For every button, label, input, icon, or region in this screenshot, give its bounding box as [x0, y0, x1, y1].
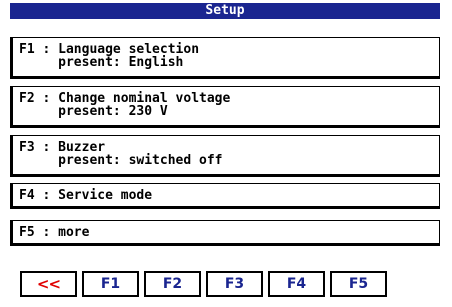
menu-item-sep: :: [34, 225, 59, 240]
menu-item-key: F5: [19, 225, 35, 240]
menu-item-more[interactable]: F5 : more: [10, 220, 440, 246]
menu-item-label: Service mode: [58, 188, 153, 203]
f1-button[interactable]: F1: [82, 271, 139, 297]
menu-item-language[interactable]: F1 : Language selection present: English: [10, 37, 440, 79]
menu-item-value: present: English: [58, 55, 184, 70]
f2-button[interactable]: F2: [144, 271, 201, 297]
menu-item-service-mode[interactable]: F4 : Service mode: [10, 183, 440, 209]
menu-item-voltage[interactable]: F2 : Change nominal voltage present: 230…: [10, 86, 440, 128]
f5-button[interactable]: F5: [330, 271, 387, 297]
title-bar: Setup: [10, 3, 440, 19]
menu-item-value: present: switched off: [58, 153, 223, 168]
menu-item-label: more: [58, 225, 90, 240]
function-key-bar: << F1 F2 F3 F4 F5: [20, 271, 392, 297]
f4-button[interactable]: F4: [268, 271, 325, 297]
menu-item-value: present: 230 V: [58, 104, 168, 119]
menu-item-sep: :: [34, 188, 59, 203]
f3-button[interactable]: F3: [206, 271, 263, 297]
menu-item-buzzer[interactable]: F3 : Buzzer present: switched off: [10, 135, 440, 177]
menu-item-key: F4: [19, 188, 35, 203]
back-button[interactable]: <<: [20, 271, 77, 297]
page-title: Setup: [205, 3, 245, 18]
